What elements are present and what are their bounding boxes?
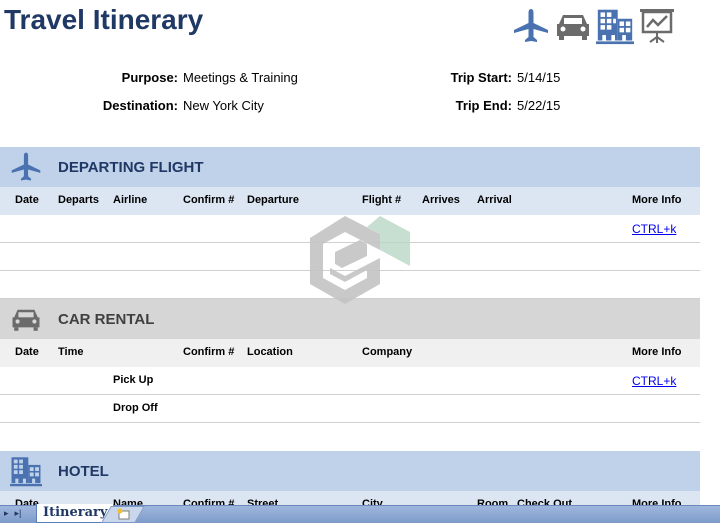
destination-value[interactable]: New York City: [183, 98, 264, 113]
insert-sheet-icon[interactable]: [116, 508, 130, 520]
column-header: Confirm #: [183, 194, 235, 206]
car-icon: [8, 303, 44, 335]
hotel-header: HOTEL: [0, 451, 700, 491]
car-icon: [554, 7, 592, 45]
table-row[interactable]: [0, 243, 700, 271]
destination-label: Destination:: [102, 98, 178, 113]
column-header: Arrives: [422, 194, 460, 206]
column-header: Date: [15, 346, 39, 358]
departing-flight-section: DEPARTING FLIGHT Date Departs Airline Co…: [0, 147, 700, 299]
table-row[interactable]: [0, 271, 700, 299]
column-header: More Info: [632, 346, 682, 358]
table-row[interactable]: CTRL+k: [0, 215, 700, 243]
table-row[interactable]: Pick Up CTRL+k: [0, 367, 700, 395]
column-header: Departs: [58, 194, 99, 206]
presentation-board-icon: [638, 7, 676, 45]
column-header: More Info: [632, 194, 682, 206]
sheet-nav-buttons: ▸ ▸|: [4, 508, 21, 519]
last-sheet-button[interactable]: ▸|: [15, 508, 22, 519]
column-header: Arrival: [477, 194, 512, 206]
purpose-label: Purpose:: [121, 70, 178, 85]
hotel-building-icon: [8, 455, 44, 487]
section-title: CAR RENTAL: [58, 310, 155, 328]
more-info-link[interactable]: CTRL+k: [632, 374, 676, 388]
departing-flight-header: DEPARTING FLIGHT: [0, 147, 700, 187]
next-sheet-button[interactable]: ▸: [4, 508, 9, 519]
table-row[interactable]: Drop Off: [0, 395, 700, 423]
airplane-icon: [512, 7, 550, 45]
column-header: Flight #: [362, 194, 402, 206]
trip-start-value[interactable]: 5/14/15: [517, 70, 560, 85]
hotel-building-icon: [596, 7, 634, 45]
column-header: Date: [15, 194, 39, 206]
column-header-row: Date Departs Airline Confirm # Departure…: [0, 187, 700, 215]
column-header: Location: [247, 346, 293, 358]
car-rental-section: CAR RENTAL Date Time Confirm # Location …: [0, 299, 700, 423]
more-info-link[interactable]: CTRL+k: [632, 222, 676, 236]
column-header: Airline: [113, 194, 148, 206]
column-header: Confirm #: [183, 346, 235, 358]
trip-end-label: Trip End:: [455, 98, 512, 113]
airplane-icon: [8, 151, 44, 183]
column-header: Time: [58, 346, 84, 358]
header-icons: [512, 6, 676, 46]
row-label: Drop Off: [113, 402, 158, 414]
row-label: Pick Up: [113, 374, 154, 386]
column-header-row: Date Time Confirm # Location Company Mor…: [0, 339, 700, 367]
page-title: Travel Itinerary: [4, 4, 204, 35]
purpose-value[interactable]: Meetings & Training: [183, 70, 298, 85]
trip-end-value[interactable]: 5/22/15: [517, 98, 560, 113]
section-title: HOTEL: [58, 462, 109, 480]
sheet-tab-bar: ▸ ▸| Itinerary: [0, 504, 720, 523]
car-rental-header: CAR RENTAL: [0, 299, 700, 339]
trip-start-label: Trip Start:: [450, 70, 512, 85]
column-header: Company: [362, 346, 413, 358]
section-title: DEPARTING FLIGHT: [58, 158, 204, 176]
column-header: Departure: [247, 194, 299, 206]
